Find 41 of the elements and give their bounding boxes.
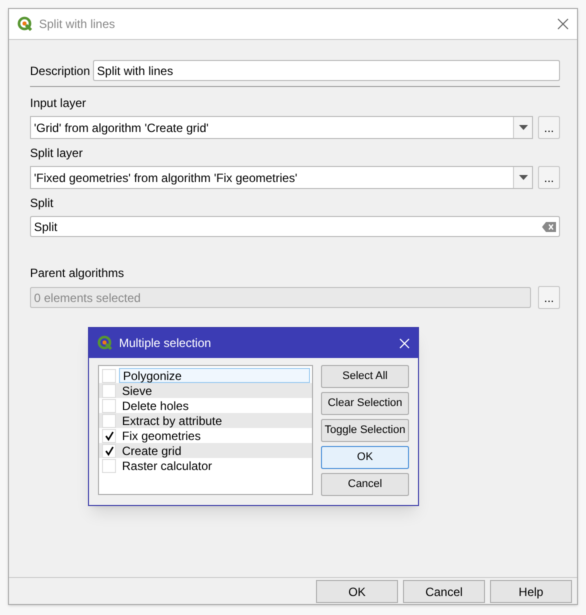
checkbox[interactable] [102,414,116,428]
checkbox[interactable] [102,444,116,458]
layer-dropdown[interactable]: 'Fixed geometries' from algorithm 'Fix geometries' [30,166,533,189]
browse-button[interactable]: ... [538,166,560,189]
dialog-button[interactable]: Cancel [321,473,409,496]
dialog-button[interactable]: Clear Selection [321,392,409,415]
caret-icon [518,125,528,130]
dialog-button[interactable]: Cancel [403,580,485,603]
checkbox[interactable] [102,428,116,442]
checkbox[interactable] [102,368,116,382]
description-field[interactable]: Split with lines [93,60,560,81]
caret-icon [518,175,528,180]
dialog-button[interactable]: Toggle Selection [321,419,409,442]
field-label: Split layer [30,145,84,162]
field-label: Input layer [30,95,88,112]
layer-dropdown[interactable]: 'Grid' from algorithm 'Create grid' [30,116,533,139]
dropdown-value: 'Fixed geometries' from algorithm 'Fix geometries' [33,170,298,186]
dropdown-value: 'Grid' from algorithm 'Create grid' [33,120,210,136]
app-logo-icon [97,335,113,351]
dialog-button[interactable]: Select All [321,365,409,388]
app-logo-icon [17,16,33,32]
dialog-title: Multiple selection [119,335,212,352]
window-title: Split with lines [39,16,116,33]
field-label: Description [30,62,90,80]
checkbox[interactable] [102,458,116,472]
browse-button[interactable]: ... [538,116,560,139]
close-icon[interactable] [557,18,569,30]
dialog-button[interactable]: Help [490,580,572,603]
list-item[interactable]: Raster calculator [119,458,310,473]
list-item[interactable]: Delete holes [119,398,310,413]
checkbox[interactable] [102,384,116,398]
list-item[interactable]: Polygonize [119,368,310,383]
field-label: Split [30,195,54,212]
field-label: Parent algorithms [30,265,126,282]
dialog-button[interactable]: OK [316,580,398,603]
list-item[interactable]: Fix geometries [119,428,310,443]
clear-icon[interactable] [542,222,556,232]
browse-button[interactable]: ... [538,286,560,309]
dialog-button[interactable]: OK [321,446,409,469]
split-field[interactable]: Split [30,216,560,237]
checkbox[interactable] [102,398,116,412]
